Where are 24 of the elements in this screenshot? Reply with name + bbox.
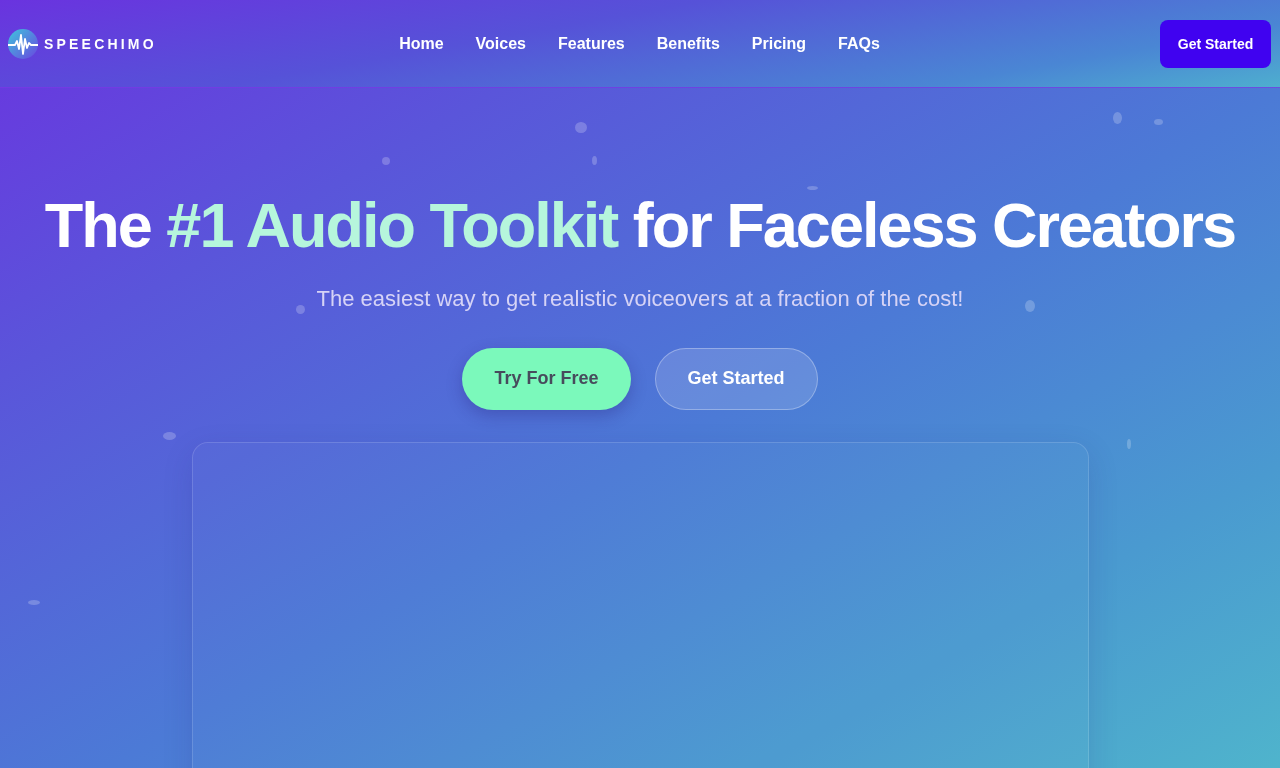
nav-link[interactable]: Home [399,34,444,53]
particle-dot [382,157,390,165]
particle-dot [1127,439,1131,449]
nav-link[interactable]: Features [558,34,625,53]
particle-dot [163,432,176,440]
try-free-button[interactable]: Try For Free [462,347,631,410]
particle-dot [28,600,40,605]
particle-dot [296,305,305,314]
particle-dot [1025,300,1035,312]
particle-dot [592,156,597,165]
particle-dot [807,186,818,190]
hero-headline: The #1 Audio Toolkit for Faceless Creators [44,194,1236,257]
nav-link[interactable]: Benefits [656,34,720,53]
particle-dot [1113,112,1122,124]
get-started-button[interactable]: Get Started [654,347,818,410]
waveform-logo-icon [8,28,38,59]
get-started-button[interactable]: Get Started [1160,19,1271,68]
particle-dot [575,122,587,133]
nav-link[interactable]: Pricing [751,34,807,53]
nav-link[interactable]: Voices [475,34,526,53]
hero-subtitle: The easiest way to get realistic voiceovers at a fraction of the cost! [316,285,964,313]
logo-link[interactable]: SPEECHIMO [8,28,157,59]
nav-link[interactable]: FAQs [838,34,880,53]
particle-dot [1154,119,1163,125]
